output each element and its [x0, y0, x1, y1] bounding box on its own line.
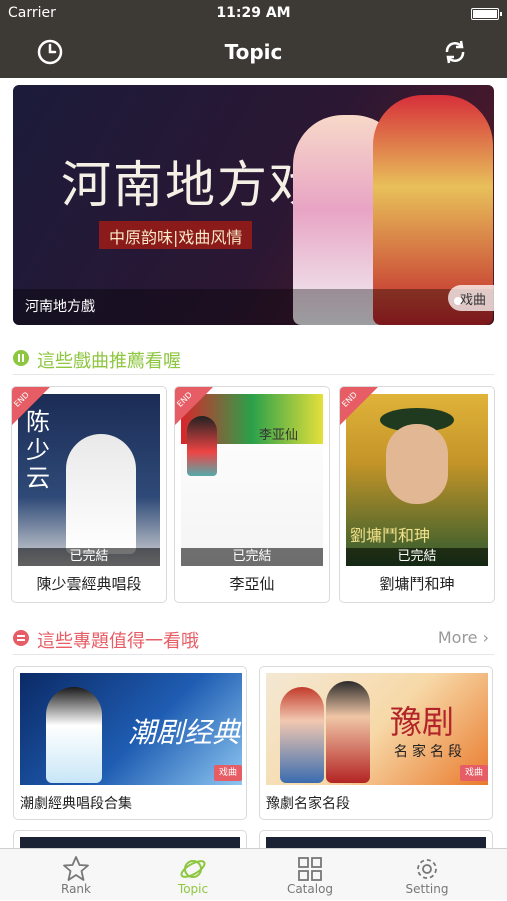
tab-bar: Rank Topic Catalog Setting — [0, 848, 507, 900]
gear-icon — [417, 859, 437, 879]
more-link[interactable]: More › — [438, 628, 489, 647]
section-title: 這些戲曲推薦看喔 — [37, 351, 181, 372]
performer-figure — [280, 687, 324, 783]
topic-cover-image: 豫剧 名家名段 — [266, 673, 488, 785]
cover-title: 劉墉鬥和珅 — [350, 526, 431, 545]
status-bar: Carrier 11:29 AM — [0, 0, 507, 28]
page-title: Topic — [224, 40, 283, 64]
tab-catalog[interactable]: Catalog — [247, 849, 373, 901]
performer-figure — [66, 434, 136, 554]
tab-topic[interactable]: Topic — [130, 849, 256, 901]
tab-label: Catalog — [286, 882, 334, 896]
topic-card-partial[interactable] — [259, 830, 493, 850]
section-title: 這些專題值得一看哦 — [37, 631, 199, 652]
card-title: 陳少雲經典唱段 — [36, 575, 142, 593]
divider — [13, 374, 494, 375]
tab-rank[interactable]: Rank — [13, 849, 139, 901]
star-icon — [63, 856, 89, 881]
tab-setting[interactable]: Setting — [364, 849, 490, 901]
section-topics-header: 這些專題值得一看哦 More › — [13, 622, 495, 652]
topic-card-partial[interactable] — [13, 830, 247, 850]
card-title: 劉墉鬥和珅 — [379, 575, 455, 593]
category-chip: 戏曲 — [214, 765, 242, 781]
topic-cover-image: 潮剧经典 — [20, 673, 242, 785]
performer-figure — [326, 681, 370, 783]
featured-banner[interactable]: 河南地方戏 中原韵味|戏曲风情 河南地方戲 戏曲 — [13, 85, 494, 325]
tab-label: Setting — [405, 882, 449, 896]
topic-title: 豫劇名家名段 — [266, 796, 350, 812]
performer-face — [386, 424, 448, 504]
banner-headline: 河南地方戏 — [61, 156, 321, 214]
completion-status: 已完結 — [346, 548, 488, 566]
banner-tagline: 中原韵味|戏曲风情 — [99, 221, 253, 249]
topic-title: 潮劇經典唱段合集 — [20, 796, 132, 812]
card-title: 李亞仙 — [229, 575, 275, 593]
completion-status: 已完結 — [181, 548, 323, 566]
performer-figure — [46, 687, 102, 783]
refresh-icon[interactable] — [441, 38, 469, 66]
divider — [13, 654, 494, 655]
battery-icon — [471, 8, 502, 20]
section-recommend-header: 這些戲曲推薦看喔 — [13, 342, 493, 372]
category-chip: 戏曲 — [460, 765, 488, 781]
planet-icon — [180, 860, 206, 878]
cover-title: 李亚仙 — [259, 428, 299, 443]
banner-category-tag: 戏曲 — [448, 285, 494, 311]
cover-title: 豫剧 — [390, 703, 455, 741]
completion-status: 已完結 — [18, 548, 160, 566]
cover-title: 潮剧经典 — [128, 716, 241, 749]
nav-bar: Topic — [0, 28, 507, 78]
tab-label: Topic — [177, 882, 209, 896]
topic-card[interactable]: 豫剧 名家名段 戏曲 豫劇名家名段 — [259, 666, 493, 820]
list-badge-icon — [13, 630, 29, 646]
tab-label: Rank — [61, 882, 91, 896]
cover-subtitle: 名家名段 — [394, 744, 466, 760]
pause-badge-icon — [13, 350, 29, 366]
opera-card[interactable]: 李亚仙 已完結 END 李亞仙 — [174, 386, 330, 603]
performer-figure — [187, 416, 217, 476]
grid-icon — [298, 857, 322, 881]
topic-card[interactable]: 潮剧经典 戏曲 潮劇經典唱段合集 — [13, 666, 247, 820]
banner-caption: 河南地方戲 — [25, 299, 95, 315]
opera-card[interactable]: 陈少云 已完結 END 陳少雲經典唱段 — [11, 386, 167, 603]
clock-time: 11:29 AM — [216, 5, 291, 21]
opera-card[interactable]: 劉墉鬥和珅 已完結 END 劉墉鬥和珅 — [339, 386, 495, 603]
